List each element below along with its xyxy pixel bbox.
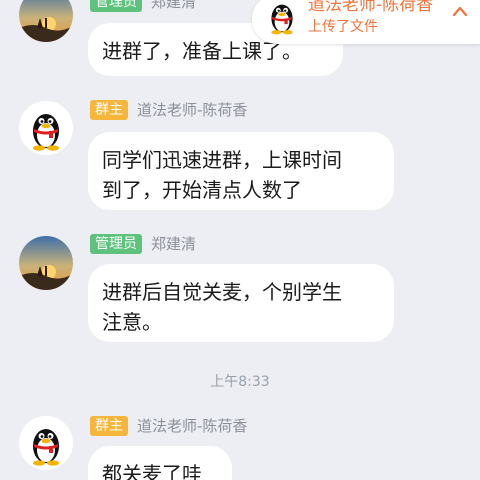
sunset-photo-avatar[interactable] [19,236,73,290]
sender-name: 道法老师-陈荷香 [137,417,248,435]
file-upload-notice[interactable]: 道法老师-陈荷香 上传了文件 [252,0,480,44]
chevron-up-icon[interactable] [452,5,468,17]
role-badge-owner: 群主 [90,416,128,436]
sender-name: 道法老师-陈荷香 [137,101,248,119]
timestamp-divider: 上午8:33 [210,374,270,390]
chat-view: 管理员 郑建清 进群了，准备上课了。 群主 道法老师-陈荷香 同学们迅速进群，上… [0,0,480,480]
role-badge-admin: 管理员 [90,234,142,254]
message-bubble[interactable]: 进群后自觉关麦，个别学生 注意。 [88,264,394,342]
message-text-line: 到了，开始清点人数了 [102,178,302,202]
role-badge-admin: 管理员 [90,0,142,12]
message-text-line: 注意。 [102,310,162,334]
penguin-avatar[interactable] [19,101,73,155]
message-bubble[interactable]: 都关麦了哇 [88,446,232,480]
message-text-line: 同学们迅速进群，上课时间 [102,148,342,172]
penguin-avatar [260,0,304,38]
message-text: 都关麦了哇 [102,462,202,480]
role-badge-owner: 群主 [90,100,128,120]
sender-name: 郑建清 [151,0,197,11]
penguin-avatar[interactable] [19,416,73,470]
sender-name: 郑建清 [151,235,197,253]
sunset-photo-avatar[interactable] [19,0,73,42]
message-bubble[interactable]: 同学们迅速进群，上课时间 到了，开始清点人数了 [88,132,394,210]
message-text-line: 进群后自觉关麦，个别学生 [102,280,342,304]
notice-subtitle: 上传了文件 [308,19,378,35]
notice-title: 道法老师-陈荷香 [308,0,434,15]
